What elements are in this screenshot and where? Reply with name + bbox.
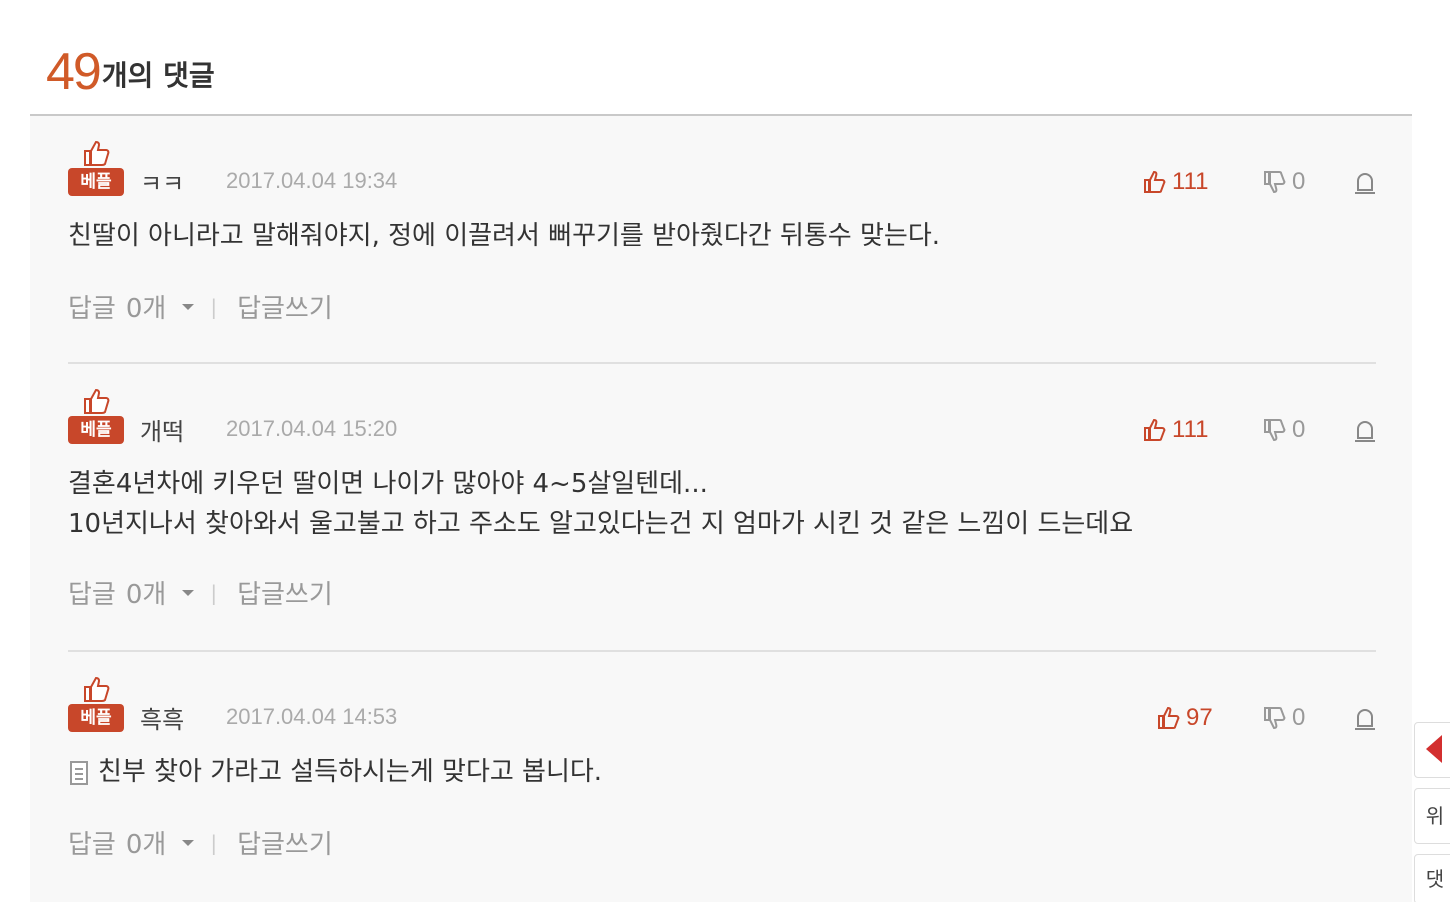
comment-date: 2017.04.04 15:20 (226, 416, 398, 441)
like-button[interactable]: 97 (1156, 704, 1213, 732)
reply-count[interactable]: 0개 (126, 288, 166, 325)
like-count: 111 (1172, 416, 1209, 443)
comment-text-line: 결혼4년차에 키우던 딸이면 나이가 많아야 4~5살일텐데... (68, 469, 708, 499)
comment-body: 친부 찾아 가라고 설득하시는게 맞다고 봅니다. (68, 752, 602, 792)
write-reply-button[interactable]: 답글쓰기 (237, 824, 333, 861)
like-count: 97 (1186, 704, 1213, 731)
dislike-button[interactable]: 0 (1262, 168, 1305, 196)
separator: | (210, 830, 218, 855)
thumbs-up-icon (1144, 418, 1166, 441)
dislike-button[interactable]: 0 (1262, 704, 1305, 732)
comment-count: 49 (46, 43, 102, 101)
comment-actions: 답글 0개 | 답글쓰기 (68, 824, 333, 861)
share-icon (1426, 735, 1442, 763)
comment-count-label: 개의 댓글 (101, 59, 215, 92)
caret-down-icon[interactable] (180, 838, 196, 848)
dislike-button[interactable]: 0 (1262, 416, 1305, 444)
report-icon[interactable] (1352, 706, 1378, 732)
report-icon[interactable] (1352, 170, 1378, 196)
comment-date: 2017.04.04 14:53 (226, 704, 398, 729)
write-reply-button[interactable]: 답글쓰기 (237, 574, 333, 611)
reply-count[interactable]: 0개 (126, 824, 166, 861)
reply-count[interactable]: 0개 (126, 574, 166, 611)
like-button[interactable]: 111 (1142, 416, 1208, 444)
comment-author[interactable]: 개떡 (140, 412, 184, 447)
thumbs-up-icon (1144, 170, 1166, 193)
thumbs-up-icon (84, 676, 110, 702)
comments-page: 49 개의 댓글 베플 ㅋㅋ 2017.04.04 19:34 111 0 친딸… (0, 0, 1450, 902)
attachment-icon (70, 760, 88, 785)
like-button[interactable]: 111 (1142, 168, 1208, 196)
comment-divider (68, 362, 1376, 364)
comment-actions: 답글 0개 | 답글쓰기 (68, 574, 333, 611)
thumbs-down-icon (1264, 707, 1286, 730)
comment-divider (68, 650, 1376, 652)
comment-body: 친딸이 아니라고 말해줘야지, 정에 이끌려서 뻐꾸기를 받아줬다간 뒤통수 맞… (68, 216, 940, 256)
best-comment-badge: 베플 (68, 386, 124, 450)
comment-actions: 답글 0개 | 답글쓰기 (68, 288, 333, 325)
comment-list: 베플 ㅋㅋ 2017.04.04 19:34 111 0 친딸이 아니라고 말해… (30, 116, 1412, 902)
reply-count-label[interactable]: 답글 (68, 574, 116, 611)
write-reply-button[interactable]: 답글쓰기 (237, 288, 333, 325)
badge-label: 베플 (68, 168, 124, 196)
comment-date: 2017.04.04 19:34 (226, 168, 398, 193)
comment-body: 결혼4년차에 키우던 딸이면 나이가 많아야 4~5살일텐데... 10년지나서… (68, 464, 1133, 544)
thumbs-up-icon (1158, 706, 1180, 729)
dislike-count: 0 (1292, 168, 1306, 195)
dislike-count: 0 (1292, 704, 1306, 731)
best-comment-badge: 베플 (68, 138, 124, 202)
thumbs-down-icon (1264, 419, 1286, 442)
report-icon[interactable] (1352, 418, 1378, 444)
separator: | (210, 294, 218, 319)
scroll-top-button[interactable]: 위 (1414, 788, 1450, 844)
reply-count-label[interactable]: 답글 (68, 824, 116, 861)
comments-header: 49 개의 댓글 (46, 36, 215, 98)
comment-text: 친딸이 아니라고 말해줘야지, 정에 이끌려서 뻐꾸기를 받아줬다간 뒤통수 맞… (68, 221, 941, 251)
caret-down-icon[interactable] (180, 302, 196, 312)
dislike-count: 0 (1292, 416, 1306, 443)
comment-text-value: 친부 찾아 가라고 설득하시는게 맞다고 봅니다. (98, 757, 603, 787)
thumbs-down-icon (1264, 171, 1286, 194)
comment-text-line: 10년지나서 찾아와서 울고불고 하고 주소도 알고있다는건 지 엄마가 시킨 … (68, 509, 1134, 539)
reply-count-label[interactable]: 답글 (68, 288, 116, 325)
thumbs-up-icon (84, 140, 110, 166)
thumbs-up-icon (84, 388, 110, 414)
comment-text: 친부 찾아 가라고 설득하시는게 맞다고 봅니다. (68, 752, 602, 792)
like-count: 111 (1172, 168, 1209, 195)
badge-label: 베플 (68, 704, 124, 732)
best-comment-badge: 베플 (68, 674, 124, 738)
share-widget-button[interactable] (1414, 722, 1450, 778)
comment-author[interactable]: 흑흑 (140, 700, 184, 735)
scroll-comments-button[interactable]: 댓 (1414, 854, 1450, 902)
caret-down-icon[interactable] (180, 588, 196, 598)
comment-author[interactable]: ㅋㅋ (140, 164, 184, 199)
badge-label: 베플 (68, 416, 124, 444)
separator: | (210, 580, 218, 605)
